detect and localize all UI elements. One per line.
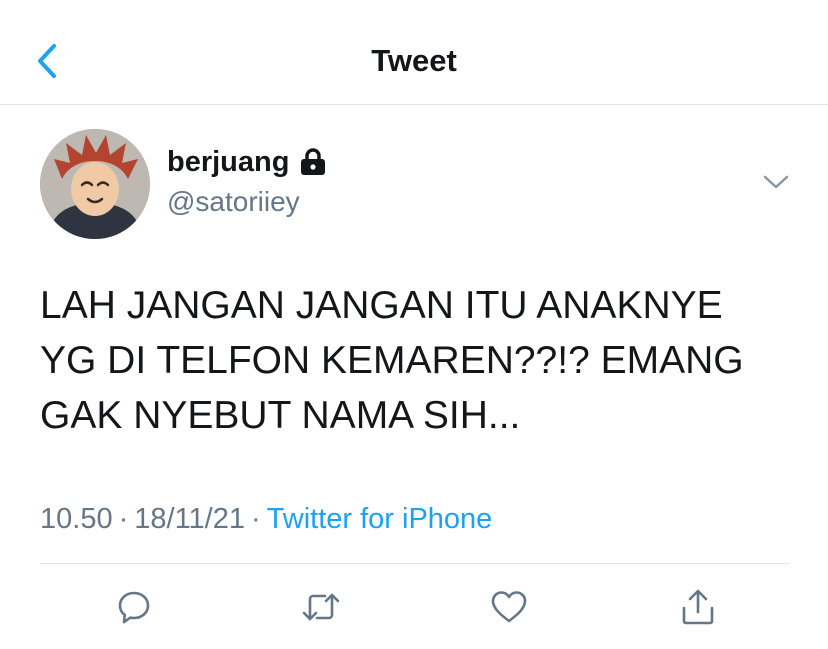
tweet-text: LAH JANGAN JANGAN ITU ANAKNYE YG DI TELF…	[40, 284, 744, 437]
reply-icon	[118, 591, 150, 624]
tweet-date: 18/11/21	[134, 503, 245, 535]
display-name[interactable]: berjuang	[167, 146, 289, 179]
user-handle[interactable]: @satoriiey	[167, 186, 300, 218]
divider	[40, 563, 790, 564]
share-button[interactable]	[676, 585, 720, 629]
lock-icon	[300, 148, 326, 176]
separator: ·	[250, 503, 261, 535]
tweet-source-link[interactable]: Twitter for iPhone	[267, 503, 493, 535]
page-title: Tweet	[371, 43, 457, 78]
author-name-row[interactable]: berjuang	[167, 142, 326, 182]
separator: ·	[118, 503, 129, 535]
tweet-time: 10.50	[40, 503, 113, 535]
avatar[interactable]	[40, 129, 150, 239]
tweet-actions-bar	[0, 585, 828, 629]
share-icon	[682, 589, 714, 625]
like-button[interactable]	[487, 585, 531, 629]
retweet-icon	[302, 593, 340, 621]
top-nav-bar: Tweet	[0, 0, 828, 105]
heart-icon	[491, 591, 527, 623]
retweet-button[interactable]	[299, 585, 343, 629]
tweet-menu-button[interactable]	[762, 172, 790, 192]
tweet-metadata: 10.50 · 18/11/21 · Twitter for iPhone	[40, 503, 492, 536]
reply-button[interactable]	[112, 585, 156, 629]
chevron-down-icon	[763, 175, 789, 189]
